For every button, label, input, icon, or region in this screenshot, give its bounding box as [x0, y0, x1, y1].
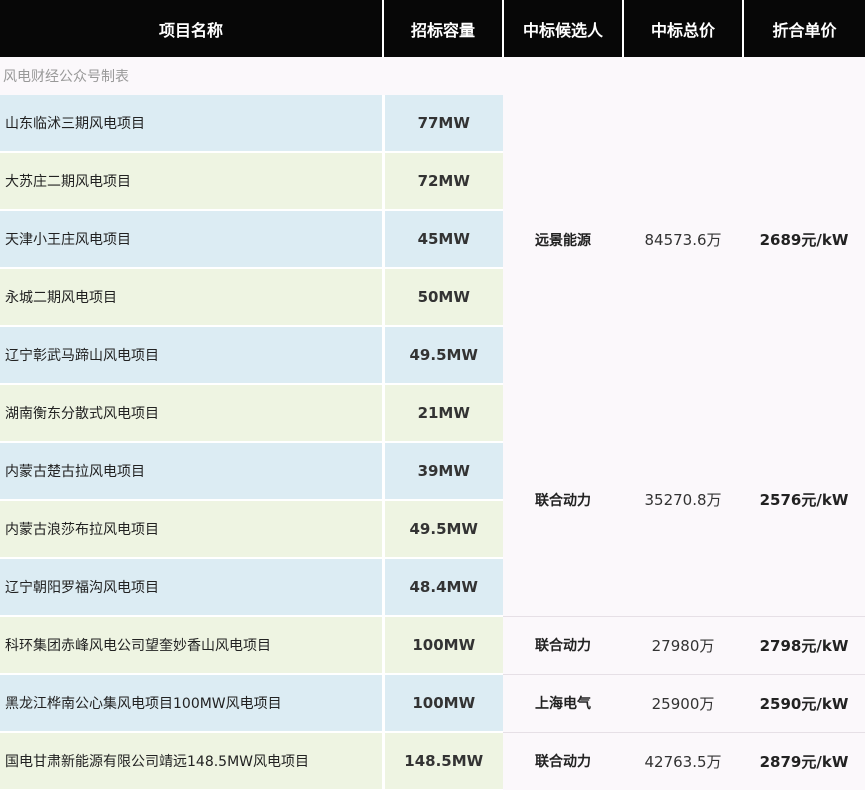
header-row: 项目名称 招标容量 中标候选人 中标总价 折合单价 — [0, 0, 865, 57]
total-price-cell: 42763.5万 — [623, 731, 743, 790]
project-capacity: 39MW — [383, 442, 503, 501]
winner-cell: 远景能源 — [503, 95, 623, 384]
winner-cell: 联合动力 — [503, 731, 623, 790]
project-name: 科环集团赤峰风电公司望奎妙香山风电项目 — [0, 616, 385, 675]
header-unit-price: 折合单价 — [743, 0, 865, 57]
header-winner: 中标候选人 — [503, 0, 624, 57]
project-capacity: 49.5MW — [383, 326, 503, 385]
project-capacity: 148.5MW — [383, 732, 503, 791]
unit-price-cell: 2590元/kW — [743, 673, 865, 732]
header-project-name: 项目名称 — [0, 0, 384, 57]
total-price-cell: 35270.8万 — [623, 384, 743, 616]
project-capacity: 77MW — [383, 95, 503, 153]
project-capacity: 48.4MW — [383, 558, 503, 617]
unit-price-cell: 2879元/kW — [743, 731, 865, 790]
project-name: 内蒙古浪莎布拉风电项目 — [0, 500, 385, 559]
project-name: 黑龙江桦南公心集风电项目100MW风电项目 — [0, 674, 385, 733]
unit-price-cell: 2689元/kW — [743, 95, 865, 384]
project-name: 内蒙古楚古拉风电项目 — [0, 442, 385, 501]
winner-cell: 联合动力 — [503, 615, 623, 674]
project-capacity: 49.5MW — [383, 500, 503, 559]
table-row: 山东临沭三期风电项目 77MW 远景能源 84573.6万 2689元/kW — [0, 95, 865, 384]
total-price-cell: 27980万 — [623, 615, 743, 674]
total-price-cell: 84573.6万 — [623, 95, 743, 384]
winner-cell: 联合动力 — [503, 384, 623, 616]
bid-results-table-image: 项目名称 招标容量 中标候选人 中标总价 折合单价 风电财经公众号制表 山东临沭… — [0, 0, 865, 791]
project-capacity: 50MW — [383, 268, 503, 327]
table-row: 国电甘肃新能源有限公司靖远148.5MW风电项目 148.5MW 联合动力 42… — [0, 731, 865, 791]
header-capacity: 招标容量 — [383, 0, 504, 57]
table-row: 黑龙江桦南公心集风电项目100MW风电项目 100MW 上海电气 25900万 … — [0, 673, 865, 733]
project-name: 大苏庄二期风电项目 — [0, 152, 385, 211]
project-name: 山东临沭三期风电项目 — [0, 95, 385, 153]
project-capacity: 45MW — [383, 210, 503, 269]
unit-price-cell: 2576元/kW — [743, 384, 865, 616]
project-name: 辽宁彰武马蹄山风电项目 — [0, 326, 385, 385]
project-name: 天津小王庄风电项目 — [0, 210, 385, 269]
winner-cell: 上海电气 — [503, 673, 623, 732]
project-name: 国电甘肃新能源有限公司靖远148.5MW风电项目 — [0, 732, 385, 791]
table-row: 湖南衡东分散式风电项目 21MW 联合动力 35270.8万 2576元/kW — [0, 384, 865, 616]
project-capacity: 21MW — [383, 384, 503, 443]
project-name: 永城二期风电项目 — [0, 268, 385, 327]
project-capacity: 100MW — [383, 674, 503, 733]
unit-price-cell: 2798元/kW — [743, 615, 865, 674]
caption-row: 风电财经公众号制表 — [0, 57, 865, 95]
table-caption: 风电财经公众号制表 — [0, 57, 383, 95]
project-capacity: 72MW — [383, 152, 503, 211]
total-price-cell: 25900万 — [623, 673, 743, 732]
header-total-price: 中标总价 — [623, 0, 744, 57]
project-name: 湖南衡东分散式风电项目 — [0, 384, 385, 443]
project-name: 辽宁朝阳罗福沟风电项目 — [0, 558, 385, 617]
bid-results-table: 项目名称 招标容量 中标候选人 中标总价 折合单价 风电财经公众号制表 山东临沭… — [0, 0, 865, 791]
table-row: 科环集团赤峰风电公司望奎妙香山风电项目 100MW 联合动力 27980万 27… — [0, 615, 865, 675]
project-capacity: 100MW — [383, 616, 503, 675]
